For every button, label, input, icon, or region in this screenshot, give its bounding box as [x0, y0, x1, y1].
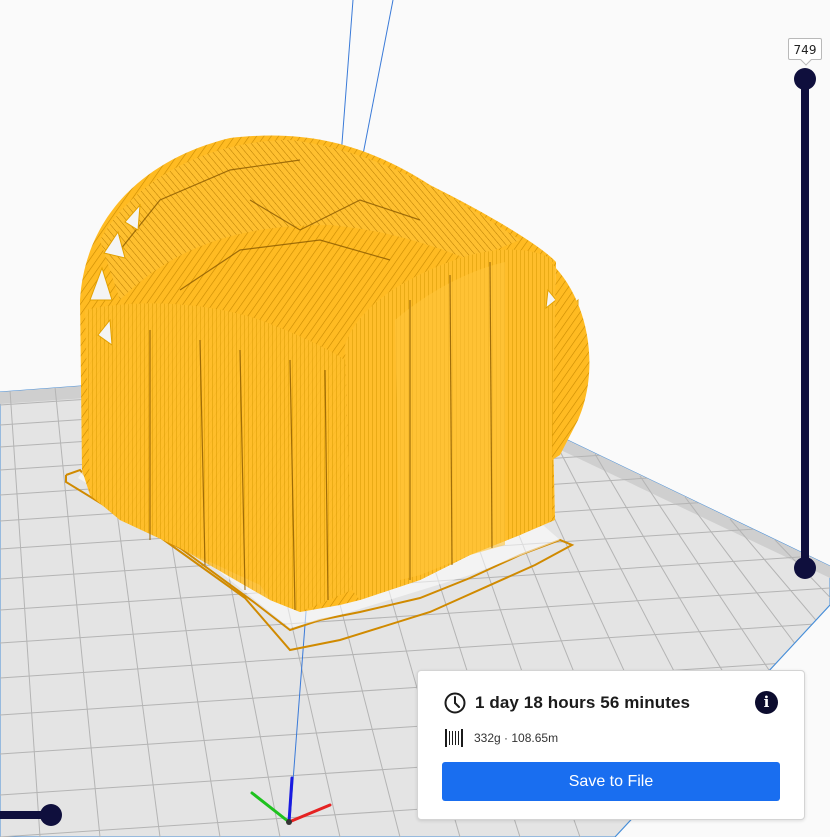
spool-icon	[445, 729, 463, 747]
save-to-file-button[interactable]: Save to File	[442, 762, 780, 801]
layer-slider-top-handle[interactable]	[794, 68, 816, 90]
material-usage-text: 332g · 108.65m	[474, 731, 559, 745]
layer-slider-bottom-handle[interactable]	[794, 557, 816, 579]
material-row: 332g · 108.65m	[444, 727, 558, 749]
layer-number-badge: 749	[788, 38, 822, 60]
print-time-row: 1 day 18 hours 56 minutes	[444, 691, 690, 715]
print-info-panel: 1 day 18 hours 56 minutes i 332g · 108.6…	[417, 670, 805, 820]
print-time-text: 1 day 18 hours 56 minutes	[475, 693, 691, 712]
info-icon[interactable]: i	[755, 691, 778, 714]
clock-icon	[444, 692, 466, 714]
layer-progress-slider-handle[interactable]	[40, 804, 62, 826]
layer-slider-track[interactable]	[801, 79, 809, 569]
